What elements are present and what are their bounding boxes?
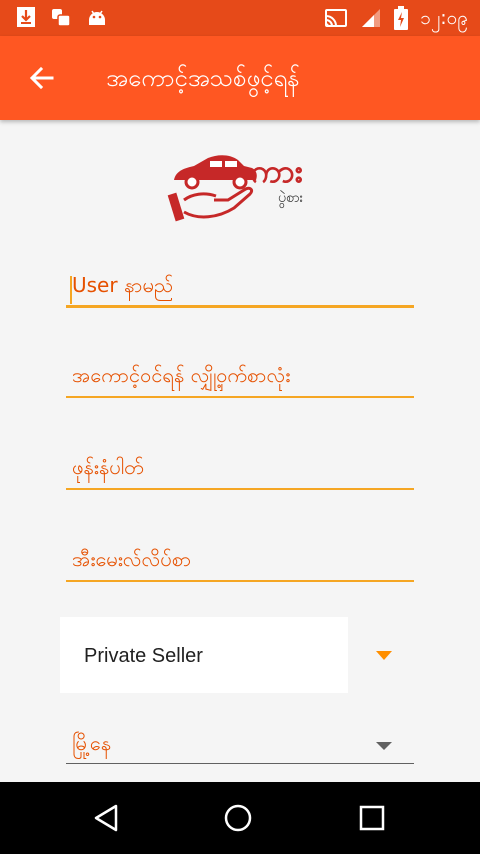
- password-label: အကောင့်ဝင်ရန် လျှို့ဝှက်စာလုံး: [72, 363, 291, 387]
- email-underline: [66, 580, 414, 582]
- app-logo: ကား ပွဲစား: [158, 150, 328, 230]
- status-bar: ၁၂:၀၉: [0, 0, 480, 36]
- phone-underline: [66, 488, 414, 490]
- notification-app-icon: [50, 6, 72, 32]
- status-clock: ၁၂:၀၉: [420, 7, 468, 29]
- phone-label: ဖုန်းနံပါတ်: [72, 455, 144, 479]
- username-underline: [66, 305, 414, 308]
- chevron-down-icon: [376, 742, 392, 750]
- recents-square-icon[interactable]: [356, 802, 388, 834]
- app-bar: အကောင့်အသစ်ဖွင့်ရန်: [0, 36, 480, 120]
- username-label: User နာမည်: [72, 273, 174, 297]
- email-label: အီးမေးလ်လိပ်စာ: [72, 547, 192, 571]
- password-underline: [66, 396, 414, 398]
- seller-type-value: Private Seller: [84, 645, 203, 667]
- seller-type-select[interactable]: Private Seller: [60, 617, 348, 693]
- home-circle-icon[interactable]: [222, 802, 254, 834]
- battery-charging-icon: [394, 6, 409, 34]
- logo-sub-text: ပွဲစား: [278, 190, 304, 206]
- city-label: မြို့နေ: [72, 731, 112, 755]
- city-select[interactable]: မြို့နေ: [66, 720, 414, 764]
- download-icon: [16, 6, 36, 32]
- system-nav-bar: [0, 782, 480, 854]
- cast-icon: [324, 8, 348, 32]
- dropdown-arrow-icon[interactable]: [376, 651, 392, 660]
- email-field[interactable]: အီးမေးလ်လိပ်စာ: [66, 532, 414, 582]
- android-icon: [86, 6, 108, 32]
- back-triangle-icon[interactable]: [90, 802, 122, 834]
- signal-icon: [360, 7, 382, 33]
- phone-field[interactable]: ဖုန်းနံပါတ်: [66, 440, 414, 490]
- arrow-back-icon[interactable]: [26, 62, 58, 94]
- password-field[interactable]: အကောင့်ဝင်ရန် လျှို့ဝှက်စာလုံး: [66, 348, 414, 398]
- city-underline: [66, 763, 414, 764]
- page-title: အကောင့်အသစ်ဖွင့်ရန်: [106, 64, 300, 92]
- username-field[interactable]: User နာမည်: [66, 258, 414, 308]
